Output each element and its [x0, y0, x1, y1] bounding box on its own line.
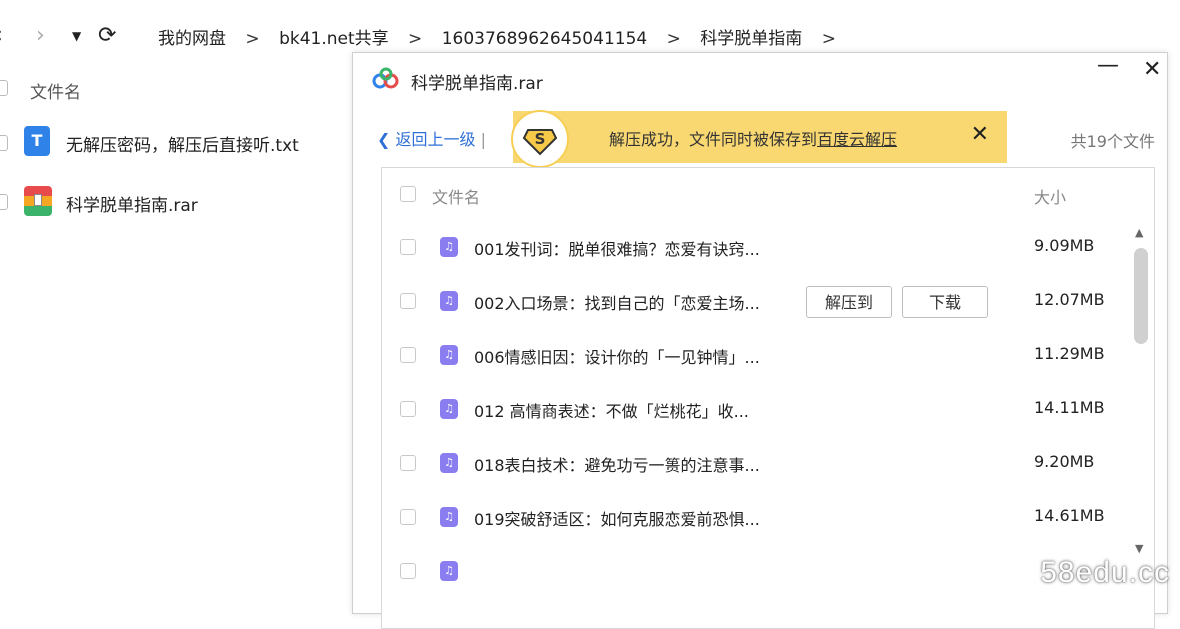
audio-file-icon: ♫ [440, 453, 458, 473]
audio-file-icon: ♫ [440, 399, 458, 419]
file-name: 018表白技术：避免功亏一篑的注意事... [474, 456, 760, 475]
file-size: 12.07MB [1034, 290, 1105, 309]
row-checkbox[interactable] [400, 401, 416, 417]
toast-message: 解压成功，文件同时被保存到百度云解压 [609, 126, 897, 150]
file-size: 11.29MB [1034, 344, 1105, 363]
toast-close-icon[interactable]: ✕ [971, 122, 989, 147]
breadcrumb-item[interactable]: bk41.net共享 [279, 29, 389, 49]
breadcrumb: 我的网盘 > bk41.net共享 > 1603768962645041154 … [158, 24, 850, 49]
audio-file-icon: ♫ [440, 237, 458, 257]
select-all-checkbox[interactable] [400, 186, 416, 202]
toast-text: 解压成功，文件同时被保存到 [609, 130, 818, 149]
table-row[interactable]: ♫ 001发刊词：脱单很难搞？恋爱有诀窍... 9.09MB [382, 220, 1132, 274]
column-header-name: 文件名 [432, 188, 481, 207]
breadcrumb-item[interactable]: 科学脱单指南 [700, 29, 802, 49]
extract-to-button[interactable]: 解压到 [806, 286, 892, 318]
table-row[interactable]: ♫ 002入口场景：找到自己的「恋爱主场... 解压到 下载 12.07MB [382, 274, 1132, 328]
scroll-up-icon[interactable]: ▲ [1135, 226, 1143, 239]
watermark: 58edu.cc [1040, 556, 1170, 589]
back-up-label: 返回上一级 [395, 130, 476, 149]
refresh-icon[interactable]: ⟳ [98, 22, 116, 50]
row-checkbox[interactable] [400, 347, 416, 363]
file-name[interactable]: 科学脱单指南.rar [66, 191, 198, 216]
breadcrumb-item[interactable]: 我的网盘 [158, 29, 226, 49]
file-name[interactable]: 无解压密码，解压后直接听.txt [66, 131, 299, 156]
row-checkbox[interactable] [400, 455, 416, 471]
row-checkbox[interactable] [400, 563, 416, 579]
minimize-icon[interactable]: — [1097, 53, 1119, 78]
file-count: 共19个文件 [1070, 132, 1155, 151]
table-row[interactable]: ♫ 019突破舒适区：如何克服恋爱前恐惧... 14.61MB [382, 490, 1132, 544]
archive-preview-dialog: 科学脱单指南.rar — ✕ ❮ 返回上一级 | 解压成功，文件同时被保存到百度… [352, 52, 1168, 629]
select-all-checkbox[interactable] [0, 80, 8, 96]
scroll-down-icon[interactable]: ▼ [1135, 542, 1143, 555]
file-checkbox[interactable] [0, 135, 8, 151]
table-row[interactable]: ♫ 018表白技术：避免功亏一篑的注意事... 9.20MB [382, 436, 1132, 490]
file-name: 019突破舒适区：如何克服恋爱前恐惧... [474, 510, 760, 529]
column-header-filename: 文件名 [30, 83, 81, 103]
baidu-cloud-logo-icon [371, 67, 401, 91]
row-checkbox[interactable] [400, 293, 416, 309]
row-checkbox[interactable] [400, 239, 416, 255]
txt-file-icon: T [24, 126, 50, 156]
close-icon[interactable]: ✕ [1143, 57, 1161, 82]
back-nav-icon[interactable]: ‹ [0, 22, 3, 50]
file-size: 14.61MB [1034, 506, 1105, 525]
breadcrumb-separator: > [408, 29, 423, 49]
file-name: 006情感旧因：设计你的「一见钟情」... [474, 348, 760, 367]
audio-file-icon: ♫ [440, 507, 458, 527]
chevron-left-icon: ❮ [377, 130, 391, 149]
extract-success-toast: 解压成功，文件同时被保存到百度云解压 ✕ [513, 111, 1007, 163]
file-size: 9.20MB [1034, 452, 1095, 471]
back-up-button[interactable]: ❮ 返回上一级 | [377, 126, 486, 150]
table-row[interactable]: ♫ 012 高情商表述：不做「烂桃花」收... 14.11MB [382, 382, 1132, 436]
forward-nav-icon[interactable]: › [36, 22, 45, 50]
audio-file-icon: ♫ [440, 291, 458, 311]
audio-file-icon: ♫ [440, 345, 458, 365]
download-button[interactable]: 下载 [902, 286, 988, 318]
toast-link[interactable]: 百度云解压 [817, 130, 897, 149]
file-checkbox[interactable] [0, 194, 8, 210]
file-name: 012 高情商表述：不做「烂桃花」收... [474, 402, 749, 421]
table-row[interactable]: ♫ 006情感旧因：设计你的「一见钟情」... 11.29MB [382, 328, 1132, 382]
file-size: 9.09MB [1034, 236, 1095, 255]
file-size: 14.11MB [1034, 398, 1105, 417]
breadcrumb-separator: > [821, 29, 836, 49]
svip-badge-letter: S [535, 130, 546, 148]
dialog-title: 科学脱单指南.rar [411, 74, 543, 94]
file-name: 001发刊词：脱单很难搞？恋爱有诀窍... [474, 240, 760, 259]
dropdown-icon[interactable]: ▼ [72, 22, 81, 50]
file-name: 002入口场景：找到自己的「恋爱主场... [474, 294, 760, 313]
breadcrumb-separator: > [666, 29, 681, 49]
audio-file-icon: ♫ [440, 561, 458, 581]
table-row-partial[interactable]: ♫ [382, 544, 1132, 598]
svip-badge-icon: S [511, 110, 569, 168]
column-header-size: 大小 [1034, 188, 1067, 207]
toolbar-separator: | [480, 130, 486, 149]
row-checkbox[interactable] [400, 509, 416, 525]
scrollbar-thumb[interactable] [1134, 248, 1148, 344]
breadcrumb-item[interactable]: 1603768962645041154 [442, 29, 648, 49]
rar-archive-icon [24, 186, 52, 216]
archive-file-list: 文件名 大小 ♫ 001发刊词：脱单很难搞？恋爱有诀窍... 9.09MB ♫ … [381, 167, 1155, 629]
breadcrumb-separator: > [245, 29, 260, 49]
